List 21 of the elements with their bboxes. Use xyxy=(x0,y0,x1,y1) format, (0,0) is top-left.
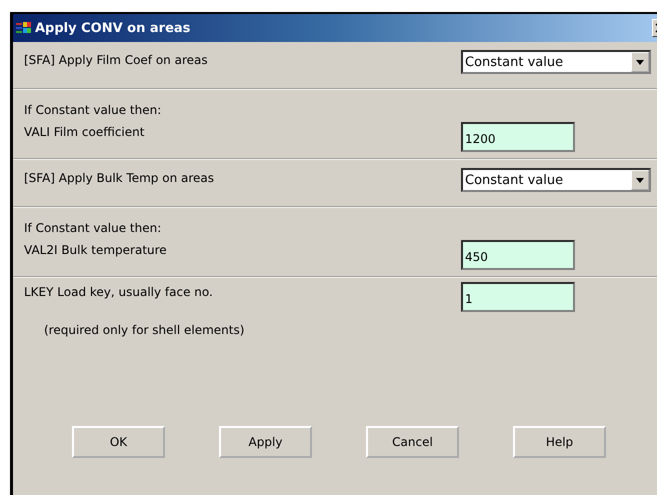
hint-text: (required only for shell elements) xyxy=(43,322,246,337)
caret-icon xyxy=(636,178,644,182)
dropdown[interactable]: Constant value xyxy=(461,50,651,74)
field-label: If Constant value then: xyxy=(24,102,162,117)
field-label: [SFA] Apply Bulk Temp on areas xyxy=(24,170,216,185)
field-label: [SFA] Apply Film Coef on areas xyxy=(24,52,209,67)
dialog-button[interactable]: Help xyxy=(513,426,606,458)
window-title: Apply CONV on areas xyxy=(35,20,192,36)
input-field[interactable]: 1 xyxy=(461,282,575,312)
dialog-button[interactable]: Apply xyxy=(219,426,312,458)
field-label: VALI Film coefficient xyxy=(24,124,146,139)
field-label: If Constant value then: xyxy=(24,220,162,235)
input-field[interactable]: 1200 xyxy=(461,122,575,152)
dialog-button[interactable]: Cancel xyxy=(366,426,459,458)
dialog-button[interactable]: OK xyxy=(72,426,165,458)
caret-icon xyxy=(636,60,644,64)
field-label: LKEY Load key, usually face no. xyxy=(24,284,214,299)
dropdown[interactable]: Constant value xyxy=(461,168,651,192)
app-icon xyxy=(16,22,32,34)
input-field[interactable]: 450 xyxy=(461,240,575,270)
field-label: VAL2I Bulk temperature xyxy=(24,242,168,257)
